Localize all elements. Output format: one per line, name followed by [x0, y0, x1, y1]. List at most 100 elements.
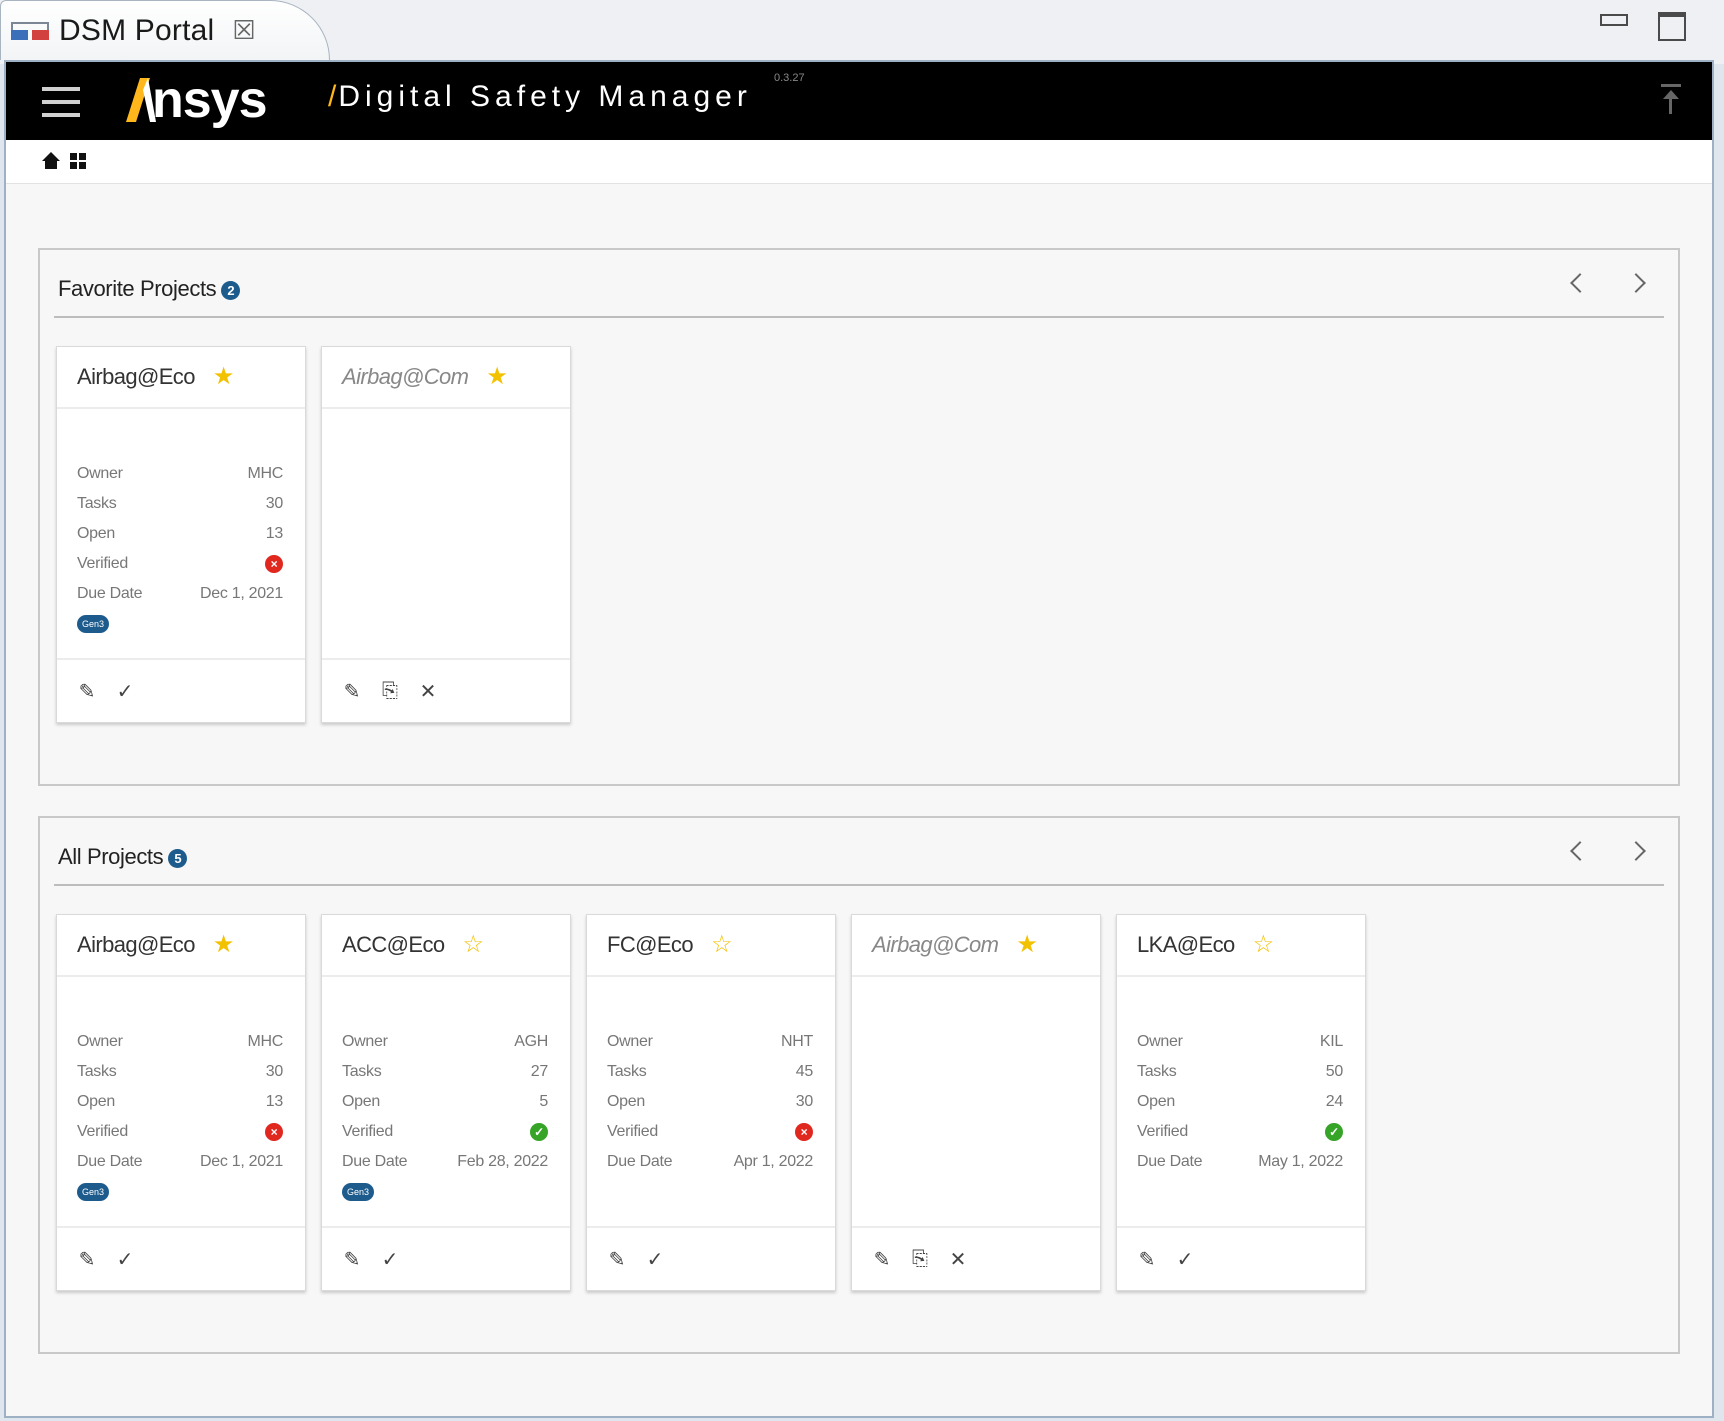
project-card-header: ACC@Eco ☆	[322, 915, 570, 977]
owner-value: NHT	[781, 1033, 813, 1050]
all-projects-prev-icon[interactable]	[1562, 836, 1592, 866]
due-date-row: Due Date May 1, 2022	[1137, 1147, 1343, 1177]
star-outline-icon[interactable]: ☆	[463, 933, 485, 957]
check-icon[interactable]: ✓	[643, 1247, 667, 1271]
due-date-value: Apr 1, 2022	[733, 1153, 814, 1170]
star-filled-icon[interactable]: ★	[1016, 933, 1038, 957]
tasks-value: 45	[795, 1063, 814, 1080]
favorite-projects-header: Favorite Projects 2	[54, 250, 1664, 318]
edit-icon[interactable]: ✎	[1135, 1247, 1159, 1271]
edit-icon[interactable]: ✎	[605, 1247, 629, 1271]
open-row: Open 24	[1137, 1087, 1343, 1117]
generation-tag: Gen3	[342, 1183, 375, 1201]
all-projects-title: All Projects	[58, 844, 164, 869]
section-title: Favorite Projects 2	[58, 276, 241, 302]
view-tab-strip: DSM Portal ☒	[0, 0, 1724, 64]
star-filled-icon[interactable]: ★	[486, 365, 508, 389]
project-card[interactable]: Airbag@Com ★ ✎ ⎘ ✕	[321, 346, 571, 723]
star-outline-icon[interactable]: ☆	[1253, 933, 1275, 957]
owner-row: Owner NHT	[607, 1027, 813, 1057]
open-row: Open 13	[77, 519, 283, 549]
not-verified-x-icon: ×	[265, 1123, 283, 1141]
open-label: Open	[77, 1093, 115, 1110]
upload-icon[interactable]	[1658, 84, 1684, 116]
due-date-row: Due Date Dec 1, 2021	[77, 579, 283, 609]
apps-grid-icon[interactable]	[70, 153, 86, 169]
tasks-value: 27	[530, 1063, 549, 1080]
project-name: Airbag@Eco	[77, 364, 195, 389]
tasks-value: 30	[265, 495, 284, 512]
project-card[interactable]: LKA@Eco ☆ Owner KIL Tasks 50 Open 24 Verified ✓ Du…	[1116, 914, 1366, 1291]
due-date-label: Due Date	[607, 1153, 673, 1170]
minimize-button[interactable]	[1598, 10, 1628, 36]
product-name: Digital Safety Manager	[338, 80, 752, 113]
due-date-value: Dec 1, 2021	[200, 585, 283, 602]
remove-icon[interactable]: ✕	[416, 679, 440, 703]
project-card-actions: ✎ ✓	[57, 1226, 305, 1290]
check-icon[interactable]: ✓	[378, 1247, 402, 1271]
check-icon[interactable]: ✓	[113, 679, 137, 703]
project-card-actions: ✎ ✓	[57, 658, 305, 722]
edit-icon[interactable]: ✎	[75, 679, 99, 703]
tasks-value: 50	[1325, 1063, 1344, 1080]
verified-row: Verified ×	[607, 1117, 813, 1147]
generation-tag: Gen3	[77, 615, 110, 633]
version-label: 0.3.27	[774, 72, 805, 84]
all-projects-count-badge: 5	[168, 849, 188, 868]
favorites-prev-icon[interactable]	[1562, 268, 1592, 298]
all-projects-section: All Projects 5 Airbag@Eco ★ Owner MHC Tasks 3…	[38, 816, 1680, 1354]
import-icon[interactable]: ⎘	[378, 679, 402, 703]
verified-row: Verified ✓	[1137, 1117, 1343, 1147]
project-card[interactable]: ACC@Eco ☆ Owner AGH Tasks 27 Open 5 Verified ✓ Due…	[321, 914, 571, 1291]
owner-row: Owner KIL	[1137, 1027, 1343, 1057]
edit-icon[interactable]: ✎	[340, 1247, 364, 1271]
import-icon[interactable]: ⎘	[908, 1247, 932, 1271]
all-projects-next-icon[interactable]	[1624, 836, 1654, 866]
remove-icon[interactable]: ✕	[946, 1247, 970, 1271]
view-tab-dsm-portal[interactable]: DSM Portal ☒	[0, 0, 330, 60]
owner-row: Owner MHC	[77, 1027, 283, 1057]
tasks-label: Tasks	[607, 1063, 647, 1080]
star-outline-icon[interactable]: ☆	[711, 933, 733, 957]
project-card[interactable]: Airbag@Eco ★ Owner MHC Tasks 30 Open 13 Verified…	[56, 346, 306, 723]
project-card-header: Airbag@Com ★	[322, 347, 570, 409]
owner-label: Owner	[342, 1033, 388, 1050]
verified-label: Verified	[607, 1123, 658, 1140]
open-value: 13	[265, 525, 284, 542]
hamburger-menu-icon[interactable]	[42, 87, 80, 117]
project-card[interactable]: Airbag@Com ★ ✎ ⎘ ✕	[851, 914, 1101, 1291]
tasks-value: 30	[265, 1063, 284, 1080]
app-frame: nsys /Digital Safety Manager 0.3.27 Favo…	[4, 60, 1714, 1418]
project-name: Airbag@Eco	[77, 932, 195, 957]
open-row: Open 5	[342, 1087, 548, 1117]
verified-label: Verified	[342, 1123, 393, 1140]
due-date-row: Due Date Apr 1, 2022	[607, 1147, 813, 1177]
close-icon[interactable]: ☒	[232, 15, 255, 46]
edit-icon[interactable]: ✎	[340, 679, 364, 703]
due-date-value: May 1, 2022	[1258, 1153, 1343, 1170]
star-filled-icon[interactable]: ★	[213, 365, 235, 389]
ansys-logo: nsys	[126, 70, 268, 130]
favorites-next-icon[interactable]	[1624, 268, 1654, 298]
verified-row: Verified ×	[77, 549, 283, 579]
open-value: 24	[1325, 1093, 1344, 1110]
project-card[interactable]: Airbag@Eco ★ Owner MHC Tasks 30 Open 13 Verified…	[56, 914, 306, 1291]
edit-icon[interactable]: ✎	[870, 1247, 894, 1271]
maximize-button[interactable]	[1656, 10, 1686, 41]
check-icon[interactable]: ✓	[1173, 1247, 1197, 1271]
star-filled-icon[interactable]: ★	[213, 933, 235, 957]
due-date-row: Due Date Dec 1, 2021	[77, 1147, 283, 1177]
project-card-header: FC@Eco ☆	[587, 915, 835, 977]
owner-value: AGH	[514, 1033, 548, 1050]
project-name: ACC@Eco	[342, 932, 445, 957]
open-label: Open	[607, 1093, 645, 1110]
owner-value: KIL	[1319, 1033, 1343, 1050]
favorite-projects-section: Favorite Projects 2 Airbag@Eco ★ Owner MHC T…	[38, 248, 1680, 786]
home-icon[interactable]	[42, 152, 60, 170]
verified-check-icon: ✓	[530, 1123, 548, 1141]
open-value: 5	[539, 1093, 548, 1110]
due-date-label: Due Date	[77, 585, 143, 602]
check-icon[interactable]: ✓	[113, 1247, 137, 1271]
project-card[interactable]: FC@Eco ☆ Owner NHT Tasks 45 Open 30 Verified × Due…	[586, 914, 836, 1291]
edit-icon[interactable]: ✎	[75, 1247, 99, 1271]
